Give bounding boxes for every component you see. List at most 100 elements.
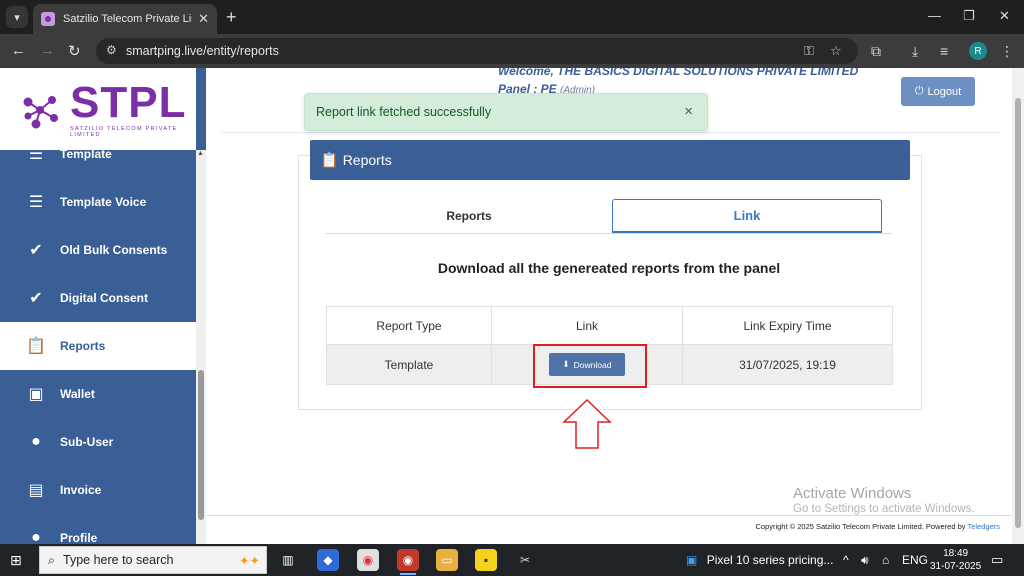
welcome-name: THE BASICS DIGITAL SOLUTIONS PRIVATE LIM… <box>557 68 859 78</box>
table-header-row: Report Type Link Link Expiry Time <box>326 306 893 345</box>
logout-button[interactable]: ⏻ Logout <box>901 77 975 106</box>
site-info-icon[interactable]: ⚙ <box>106 43 117 57</box>
reports-card-header: 📋 Reports <box>310 140 910 180</box>
toast-message: Report link fetched successfully <box>316 105 492 119</box>
power-icon: ⏻ <box>914 85 924 97</box>
sidebar-item-label: Template <box>60 147 112 161</box>
news-widget[interactable]: ▣ Pixel 10 series pricing... <box>686 553 833 567</box>
main-content: Welcome, THE BASICS DIGITAL SOLUTIONS PR… <box>206 68 1012 544</box>
page-scroll-thumb[interactable] <box>1015 98 1021 528</box>
sidebar-scroll-thumb[interactable] <box>198 370 204 520</box>
browser-tab[interactable]: Satzilio Telecom Private Limited ✕ <box>33 4 217 34</box>
profile-icon: ● <box>31 529 41 544</box>
back-arrow-icon[interactable]: ← <box>11 42 26 59</box>
clock-date: 31-07-2025 <box>930 561 982 572</box>
highlight-box <box>533 344 647 388</box>
sidebar-item-sub-user[interactable]: ● Sub-User <box>0 418 196 466</box>
news-text: Pixel 10 series pricing... <box>706 553 834 567</box>
stpl-logo-icon <box>23 96 58 129</box>
check-circle-icon: ✔ <box>29 290 43 307</box>
restore-icon[interactable]: ❐ <box>963 8 975 24</box>
welcome-text: Welcome, THE BASICS DIGITAL SOLUTIONS PR… <box>498 68 858 78</box>
forward-arrow-icon[interactable]: → <box>40 42 55 59</box>
windows-start-icon[interactable]: ⊞ <box>10 552 22 569</box>
tabs-divider <box>326 233 892 234</box>
annotation-arrow-up-icon <box>562 398 612 449</box>
bookmark-star-icon[interactable]: ☆ <box>830 43 842 59</box>
clipboard-icon: 📋 <box>26 338 46 355</box>
search-icon: ⌕ <box>48 552 56 567</box>
news-icon: ▣ <box>686 553 698 567</box>
file-explorer-icon[interactable]: ▭ <box>436 549 458 571</box>
column-header-report-type: Report Type <box>326 306 492 345</box>
list-icon: ☰ <box>28 194 44 211</box>
sidebar-item-template-voice[interactable]: ☰ Template Voice <box>0 178 196 226</box>
volume-icon[interactable]: 🔊︎ <box>861 553 869 568</box>
activate-windows-title: Activate Windows <box>793 485 912 502</box>
success-toast: Report link fetched successfully × <box>304 93 708 131</box>
password-key-icon[interactable]: ⚿ <box>804 43 814 59</box>
check-circle-icon: ✔ <box>29 242 43 259</box>
sidebar-item-label: Profile <box>60 531 98 544</box>
sidebar-item-digital-consent[interactable]: ✔ Digital Consent <box>0 274 196 322</box>
window-close-icon[interactable]: ✕ <box>999 8 1010 24</box>
wallet-icon: ▣ <box>28 386 44 403</box>
url-text[interactable]: smartping.live/entity/reports <box>126 44 279 58</box>
toast-close-icon[interactable]: × <box>684 103 693 120</box>
network-icon[interactable]: ⌂ <box>882 553 889 567</box>
sidebar-item-label: Reports <box>60 339 106 353</box>
profile-avatar[interactable]: R <box>969 42 987 60</box>
clock-time: 18:49 <box>943 548 969 559</box>
page-scrollbar[interactable] <box>1012 68 1024 544</box>
language-indicator[interactable]: ENG <box>902 553 928 567</box>
header-divider <box>221 132 1001 133</box>
welcome-prefix: Welcome, <box>498 68 554 78</box>
logout-label: Logout <box>927 85 962 98</box>
tab-close-icon[interactable]: ✕ <box>198 11 209 27</box>
clipboard-icon: 📋 <box>320 152 339 169</box>
address-bar[interactable]: ⚙ smartping.live/entity/reports ⚿ ☆ <box>96 38 858 64</box>
minimize-icon[interactable]: — <box>928 8 941 23</box>
extensions-icon[interactable]: ⧉ <box>871 43 881 60</box>
sidebar-item-old-bulk-consents[interactable]: ✔ Old Bulk Consents <box>0 226 196 274</box>
tab-reports[interactable]: Reports <box>326 199 612 233</box>
sidebar-item-profile[interactable]: ● Profile <box>0 514 196 544</box>
snipping-tool-icon[interactable]: ✂ <box>514 549 536 571</box>
chrome-icon[interactable]: ◉ <box>357 549 379 571</box>
activate-windows-subtitle: Go to Settings to activate Windows. <box>793 503 975 515</box>
favicon-icon <box>41 12 55 26</box>
menu-kebab-icon[interactable]: ⋮ <box>1000 43 1014 60</box>
tab-link[interactable]: Link <box>612 199 882 233</box>
windows-taskbar: ⊞ ⌕ Type here to search ✦✦ ▥ ◆ ◉ ◉ ▭ ▪ ✂… <box>0 544 1024 576</box>
sidebar: STPL SATZILIO TELECOM PRIVATE LIMITED ☰ … <box>0 68 206 544</box>
browser-toolbar: ← → ↻ ⚙ smartping.live/entity/reports ⚿ … <box>0 34 1024 68</box>
sidebar-item-invoice[interactable]: ▤ Invoice <box>0 466 196 514</box>
reload-icon[interactable]: ↻ <box>68 42 81 60</box>
notification-center-icon[interactable]: ▭ <box>991 552 1003 568</box>
tray-chevron-icon[interactable]: ^ <box>843 553 849 567</box>
media-queue-icon[interactable]: ≡ <box>940 43 948 59</box>
tab-search-chevron-icon[interactable]: ▾ <box>6 6 28 28</box>
copyright-text: Copyright © 2025 Satzilio Telecom Privat… <box>755 522 966 531</box>
taskbar-search[interactable]: ⌕ Type here to search ✦✦ <box>39 546 267 574</box>
scroll-up-arrow-icon[interactable]: ▲ <box>197 150 204 157</box>
copilot-app-icon[interactable]: ◆ <box>317 549 339 571</box>
sidebar-item-template[interactable]: ☰ Template <box>0 130 196 178</box>
invoice-icon: ▤ <box>28 482 44 499</box>
sticky-notes-icon[interactable]: ▪ <box>475 549 497 571</box>
sidebar-item-label: Template Voice <box>60 195 147 209</box>
task-view-icon[interactable]: ▥ <box>277 549 299 571</box>
sidebar-item-reports[interactable]: 📋 Reports <box>0 322 196 370</box>
sidebar-item-label: Invoice <box>60 483 102 497</box>
chrome-profile-icon[interactable]: ◉ <box>397 549 419 571</box>
system-clock[interactable]: 18:49 31-07-2025 <box>930 547 981 573</box>
sidebar-scrollbar[interactable]: ▲ <box>196 150 206 544</box>
browser-tab-strip: ▾ Satzilio Telecom Private Limited ✕ + —… <box>0 0 1024 34</box>
new-tab-plus-icon[interactable]: + <box>226 7 237 28</box>
download-icon[interactable]: ⤓ <box>912 43 918 60</box>
teledgers-link[interactable]: Teledgers <box>967 522 1000 531</box>
copyright-footer: Copyright © 2025 Satzilio Telecom Privat… <box>755 522 1000 531</box>
sidebar-item-label: Sub-User <box>60 435 114 449</box>
search-placeholder: Type here to search <box>63 553 174 567</box>
sidebar-item-wallet[interactable]: ▣ Wallet <box>0 370 196 418</box>
